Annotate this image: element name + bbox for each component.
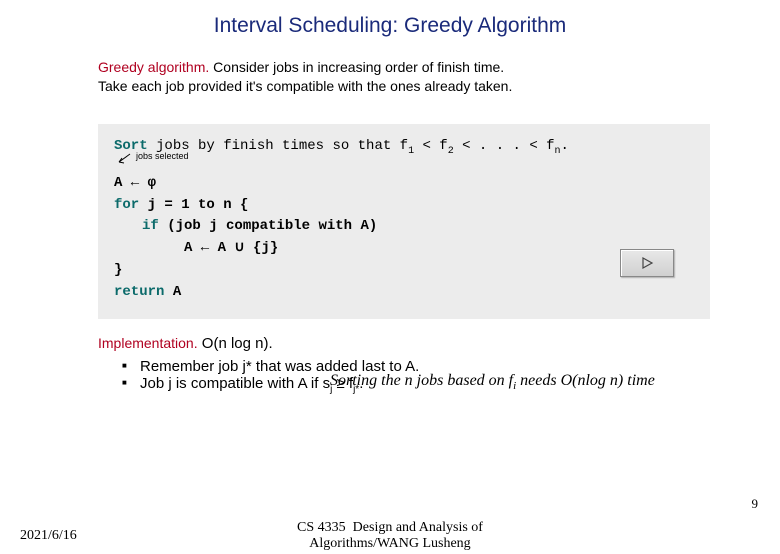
- play-icon: [640, 256, 654, 270]
- media-play-button[interactable]: [620, 249, 674, 277]
- page-number: 9: [752, 496, 759, 512]
- kw-for: for: [114, 197, 139, 213]
- code-line-rbrace: }: [114, 260, 694, 282]
- code-line-assign: A ← φ: [114, 173, 694, 195]
- footer-course: CS 4335 Design and Analysis of Algorithm…: [297, 520, 483, 552]
- code-line-union: A ← A ∪ {j}: [114, 238, 694, 260]
- code-line-if: if (job j compatible with A): [114, 216, 694, 238]
- kw-if: if: [142, 218, 159, 234]
- code-sort-line: Sort jobs by finish times so that f1 < f…: [114, 136, 694, 159]
- impl-head: Implementation.: [98, 335, 198, 351]
- intro-line1: Consider jobs in increasing order of fin…: [209, 59, 504, 75]
- annotation-label: jobs selected: [136, 150, 189, 164]
- sorting-time-note: Sorting the n jobs based on fi needs O(n…: [330, 372, 655, 392]
- code-line-return: return A: [114, 282, 694, 304]
- annotation-arrow: jobs selected: [116, 152, 189, 166]
- impl-bigO: O(n log n).: [198, 335, 273, 352]
- slide-title: Interval Scheduling: Greedy Algorithm: [0, 14, 780, 38]
- intro-line2: Take each job provided it's compatible w…: [98, 78, 512, 94]
- intro-head: Greedy algorithm.: [98, 59, 209, 75]
- kw-return: return: [114, 284, 164, 300]
- code-line-for: for j = 1 to n {: [114, 195, 694, 217]
- footer-date: 2021/6/16: [20, 528, 77, 544]
- intro-text: Greedy algorithm. Consider jobs in incre…: [0, 58, 780, 96]
- pseudocode-box: Sort jobs by finish times so that f1 < f…: [98, 124, 710, 319]
